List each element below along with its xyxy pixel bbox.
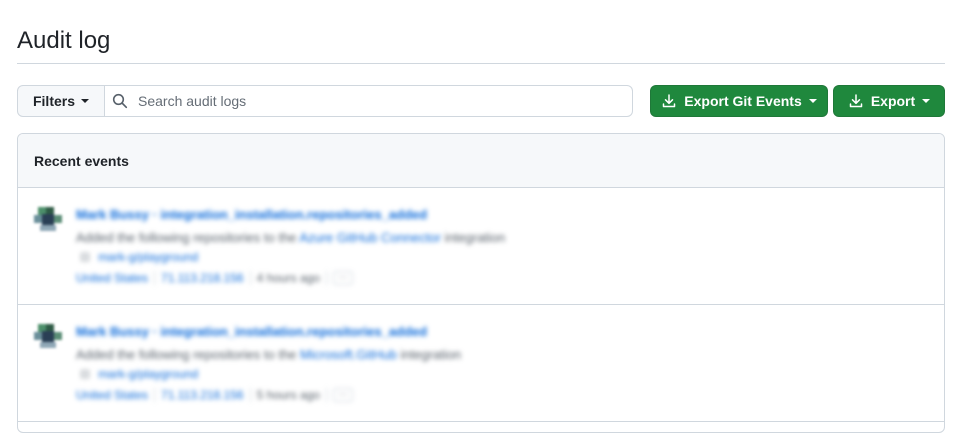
divider [325, 271, 327, 285]
repo-icon: ⊟ [80, 250, 91, 264]
download-icon [663, 94, 676, 108]
recent-events-header: Recent events [18, 134, 944, 188]
integration-link[interactable]: Azure GitHub Connector [299, 230, 441, 245]
search-field[interactable] [103, 85, 633, 117]
event-ip[interactable]: 71.113.218.156 [161, 388, 244, 402]
event-description-tail: integration [440, 230, 506, 245]
event-meta: United States 71.113.218.156 4 hours ago… [76, 271, 353, 285]
audit-event: Mark Bussy · integration_installation.re… [18, 188, 944, 305]
page-title: Audit log [17, 0, 945, 64]
repo-icon: ⊟ [80, 367, 91, 381]
kebab-icon[interactable]: ··· [332, 271, 353, 285]
export-git-events-button[interactable]: Export Git Events [650, 85, 828, 117]
event-meta: United States 71.113.218.156 5 hours ago… [76, 388, 353, 402]
caret-down-icon [81, 99, 89, 103]
event-title-link[interactable]: Mark Bussy · integration_installation.re… [76, 324, 427, 339]
divider [249, 388, 251, 402]
kebab-icon[interactable]: ··· [332, 388, 353, 402]
event-repo: ⊟ mark-g/playground [80, 250, 198, 264]
event-description-text: Added the following repositories to the [76, 230, 300, 245]
search-input[interactable] [136, 92, 620, 110]
repo-link[interactable]: mark-g/playground [98, 250, 198, 264]
caret-down-icon [922, 99, 931, 103]
divider [249, 271, 251, 285]
recent-events-panel: Recent events Mark Bussy · integration_i… [17, 133, 945, 433]
export-git-events-label: Export Git Events [684, 93, 802, 109]
divider [154, 388, 156, 402]
event-location[interactable]: United States [76, 388, 148, 402]
avatar[interactable] [34, 322, 62, 350]
search-icon [112, 93, 128, 109]
download-icon [849, 94, 863, 108]
audit-event: Mark Bussy · integration_installation.re… [18, 305, 944, 422]
audit-log-page: Audit log Filters Export Git Events Expo… [17, 0, 945, 433]
event-description: Added the following repositories to the … [76, 230, 505, 245]
event-title-link[interactable]: Mark Bussy · integration_installation.re… [76, 207, 427, 222]
export-label: Export [870, 93, 916, 109]
event-repo: ⊟ mark-g/playground [80, 367, 198, 381]
event-time: 5 hours ago [256, 388, 320, 402]
filters-button[interactable]: Filters [17, 85, 105, 117]
event-location[interactable]: United States [76, 271, 148, 285]
avatar[interactable] [34, 205, 62, 233]
repo-link[interactable]: mark-g/playground [98, 367, 198, 381]
event-time: 4 hours ago [256, 271, 320, 285]
event-ip[interactable]: 71.113.218.156 [161, 271, 244, 285]
integration-link[interactable]: Microsoft.GitHub [300, 347, 397, 362]
event-description: Added the following repositories to the … [76, 347, 461, 362]
audit-toolbar: Filters Export Git Events Export [17, 85, 945, 117]
filters-label: Filters [32, 93, 75, 109]
event-description-text: Added the following repositories to the [76, 347, 301, 362]
event-description-tail: integration [396, 347, 462, 362]
caret-down-icon [808, 99, 817, 103]
divider [325, 388, 327, 402]
divider [154, 271, 156, 285]
export-button[interactable]: Export [833, 85, 945, 117]
